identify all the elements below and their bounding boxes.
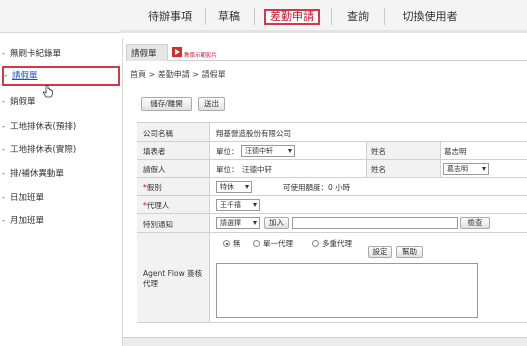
tab-title: 請假單 [131, 49, 157, 59]
row-agent: *代理人 王千禧 [137, 196, 527, 214]
radio-none[interactable] [223, 240, 230, 247]
breadcrumb: 首頁 > 差勤申請 > 請假單 [130, 70, 226, 79]
chevron-down-icon [253, 221, 257, 225]
sidebar-item-shift-change[interactable]: - 排/補休異動單 [2, 164, 120, 184]
sidebar-item-label: 日加班單 [10, 193, 45, 203]
agent-select[interactable]: 王千禧 [216, 199, 260, 211]
tab-bar: 請假單 教學示範影片 [126, 44, 527, 61]
hand-cursor-icon [42, 85, 53, 98]
chevron-down-icon [245, 185, 249, 189]
add-button[interactable]: 加入 [264, 217, 289, 229]
check-button[interactable]: 檢查 [460, 217, 490, 229]
select-value: 汪德中轩 [245, 147, 273, 155]
nav-underline [120, 30, 527, 33]
leave-type-label: *假別 [143, 183, 162, 192]
sidebar-item-monthly-overtime[interactable]: - 月加班單 [2, 211, 120, 231]
video-play-icon[interactable] [172, 47, 182, 57]
leave-type-select[interactable]: 特休 [216, 181, 252, 193]
row-notify: 特別通知 請選擇 加入 檢查 [137, 214, 527, 233]
sidebar-item-leave-form[interactable]: - 請假單 [2, 66, 120, 86]
sidebar-item-daily-overtime[interactable]: - 日加班單 [2, 188, 120, 208]
applicant-name-select[interactable]: 葛志明 [443, 163, 489, 175]
tab-leave-form[interactable]: 請假單 [126, 44, 168, 61]
save-leave-button[interactable]: 儲存/離開 [141, 97, 192, 111]
nav-switch-user[interactable]: 切換使用者 [398, 9, 462, 25]
nav-separator [384, 8, 385, 25]
sidebar-item-cancel-leave[interactable]: - 銷假單 [2, 92, 120, 112]
company-label: 公司名稱 [143, 129, 173, 138]
leave-form: 公司名稱 翔基營造股份有限公司 填表者 單位： 汪德中轩 姓名 葛志明 請假人 … [137, 122, 527, 323]
chevron-down-icon [288, 149, 292, 153]
nav-todo[interactable]: 待辦事項 [146, 9, 194, 25]
nav-separator [254, 8, 255, 25]
sidebar-item-no-swipe-record[interactable]: - 無刷卡紀錄單 [2, 44, 120, 64]
nav-query[interactable]: 查詢 [344, 9, 372, 25]
select-value: 王千禧 [220, 201, 241, 209]
notify-label: 特別通知 [143, 220, 173, 229]
sidebar-item-label: 銷假單 [10, 97, 36, 107]
select-value: 請選擇 [220, 219, 241, 227]
sidebar: - 無刷卡紀錄單 - 請假單 - 銷假單 - 工地排休表(預排) - 工地排休表(實際) … [0, 38, 123, 346]
horizontal-scrollbar[interactable] [123, 337, 527, 346]
nav-separator [331, 8, 332, 25]
filler-name-value: 葛志明 [444, 147, 467, 156]
sidebar-item-label: 無刷卡紀錄單 [10, 49, 62, 59]
applicant-name-label: 姓名 [371, 165, 386, 174]
row-leave-type: *假別 特休 可使用額度：0 小時 [137, 178, 527, 196]
available-quota: 可使用額度：0 小時 [283, 183, 351, 192]
filler-label: 填表者 [143, 147, 166, 156]
sidebar-item-label: 工地排休表(實際) [10, 145, 77, 155]
chevron-down-icon [482, 167, 486, 171]
select-value: 葛志明 [447, 165, 468, 173]
tutorial-video-link[interactable]: 教學示範影片 [184, 51, 217, 59]
sidebar-item-label: 月加班單 [10, 216, 45, 226]
radio-single-label: 單一代理 [263, 239, 293, 248]
filler-unit-label: 單位： [216, 147, 239, 156]
help-button[interactable]: 幫助 [396, 246, 423, 258]
submit-button[interactable]: 送出 [198, 97, 225, 111]
nav-attendance-request[interactable]: 差勤申請 [264, 9, 320, 25]
agent-label: *代理人 [143, 201, 170, 210]
filler-name-label: 姓名 [371, 147, 386, 156]
filler-unit-select[interactable]: 汪德中轩 [241, 145, 295, 157]
radio-multi-agent[interactable] [312, 240, 319, 247]
nav-drafts[interactable]: 草稿 [215, 9, 243, 25]
applicant-unit-value: 汪德中轩 [242, 165, 272, 174]
row-company: 公司名稱 翔基營造股份有限公司 [137, 123, 527, 142]
sidebar-item-site-schedule-actual[interactable]: - 工地排休表(實際) [2, 140, 120, 160]
sidebar-item-label: 工地排休表(預排) [10, 122, 77, 132]
top-nav: 待辦事項 草稿 差勤申請 查詢 切換使用者 [0, 0, 527, 33]
row-agent-flow: Agent Flow 簽核代理 無 單一代理 多重代理 設定 幫助 [137, 233, 527, 323]
applicant-label: 請假人 [143, 165, 166, 174]
row-filler: 填表者 單位： 汪德中轩 姓名 葛志明 [137, 142, 527, 160]
sidebar-item-label: 排/補休異動單 [10, 169, 64, 179]
select-value: 特休 [220, 183, 234, 191]
sidebar-item-label: 請假單 [12, 71, 38, 81]
agent-flow-label: Agent Flow 簽核代理 [143, 269, 203, 288]
radio-multi-label: 多重代理 [322, 239, 352, 248]
radio-single-agent[interactable] [253, 240, 260, 247]
applicant-unit-label: 單位： [216, 165, 239, 174]
nav-separator [205, 8, 206, 25]
row-applicant: 請假人 單位： 汪德中轩 姓名 葛志明 [137, 160, 527, 178]
notify-input[interactable] [292, 217, 458, 229]
radio-none-label: 無 [233, 239, 241, 248]
sidebar-item-site-schedule-planned[interactable]: - 工地排休表(預排) [2, 117, 120, 137]
chevron-down-icon [253, 203, 257, 207]
company-value: 翔基營造股份有限公司 [216, 129, 291, 138]
settings-button[interactable]: 設定 [368, 246, 392, 258]
agent-flow-textarea[interactable] [216, 263, 478, 318]
notify-select[interactable]: 請選擇 [216, 217, 260, 229]
